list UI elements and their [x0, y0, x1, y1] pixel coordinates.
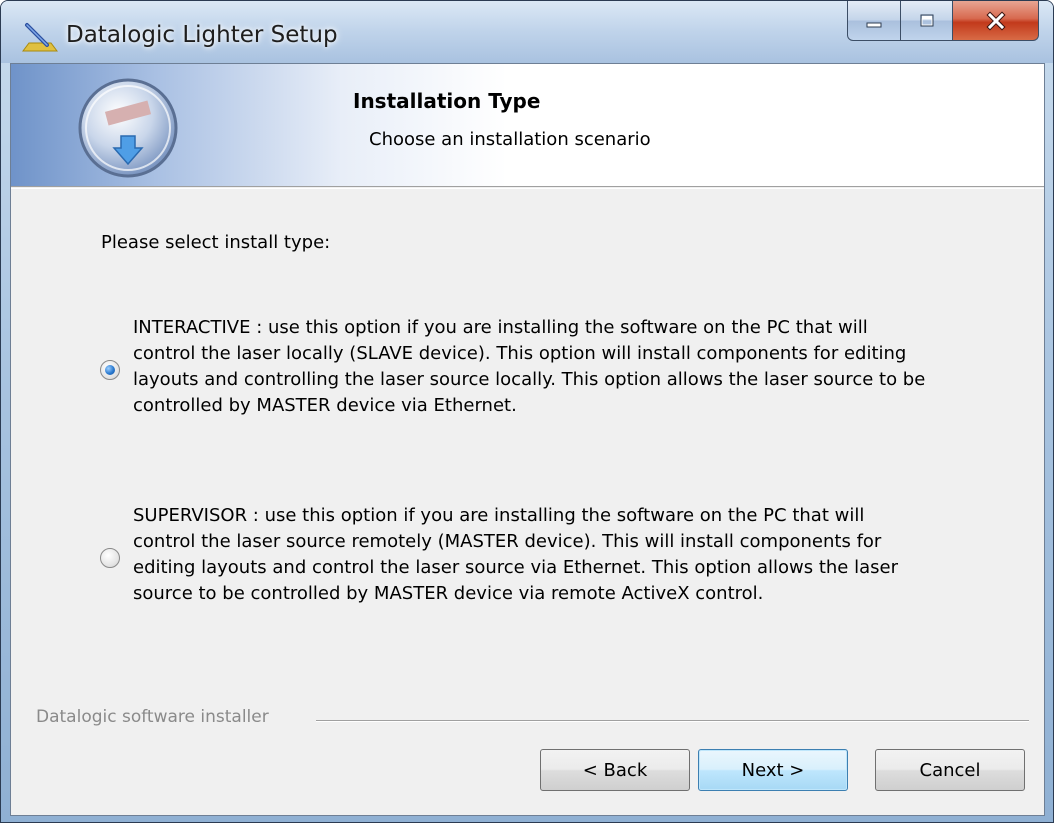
window-title: Datalogic Lighter Setup: [66, 22, 338, 48]
dialog-header: Installation Type Choose an installation…: [11, 64, 1044, 187]
installer-app-icon: [22, 23, 58, 52]
install-type-prompt: Please select install type:: [101, 232, 331, 253]
footer-divider: [316, 720, 1029, 722]
page-subtitle: Choose an installation scenario: [369, 129, 651, 150]
supervisor-radio[interactable]: [100, 548, 120, 568]
page-title: Installation Type: [353, 89, 541, 113]
supervisor-line: source to be controlled by MASTER device…: [133, 583, 764, 604]
close-icon: [985, 10, 1006, 31]
interactive-line: control the laser locally (SLAVE device)…: [133, 343, 907, 364]
setup-window: Datalogic Lighter Setup Installation Typ…: [0, 0, 1054, 823]
supervisor-line: SUPERVISOR : use this option if you are …: [133, 505, 865, 526]
minimize-icon: [866, 22, 882, 27]
caption-buttons: [847, 1, 1039, 41]
interactive-line: INTERACTIVE : use this option if you are…: [133, 317, 868, 338]
installer-branding: Datalogic software installer: [36, 707, 269, 727]
title-bar[interactable]: Datalogic Lighter Setup: [1, 1, 1053, 63]
dialog-client-area: Installation Type Choose an installation…: [10, 63, 1045, 816]
maximize-button[interactable]: [901, 1, 953, 41]
installer-disc-icon: [78, 78, 178, 178]
close-button[interactable]: [953, 1, 1039, 41]
interactive-option-label[interactable]: INTERACTIVE : use this option if you are…: [133, 315, 1043, 419]
maximize-icon: [920, 14, 933, 26]
supervisor-line: control the laser source remotely (MASTE…: [133, 531, 882, 552]
interactive-radio[interactable]: [100, 360, 120, 380]
minimize-button[interactable]: [847, 1, 901, 41]
supervisor-option-label[interactable]: SUPERVISOR : use this option if you are …: [133, 503, 1043, 607]
supervisor-line: editing layouts and control the laser so…: [133, 557, 898, 578]
interactive-line: layouts and controlling the laser source…: [133, 369, 926, 390]
next-button[interactable]: Next >: [698, 749, 848, 791]
header-divider: [11, 188, 1044, 189]
back-button[interactable]: < Back: [540, 749, 690, 791]
cancel-button[interactable]: Cancel: [875, 749, 1025, 791]
interactive-line: controlled by MASTER device via Ethernet…: [133, 395, 517, 416]
